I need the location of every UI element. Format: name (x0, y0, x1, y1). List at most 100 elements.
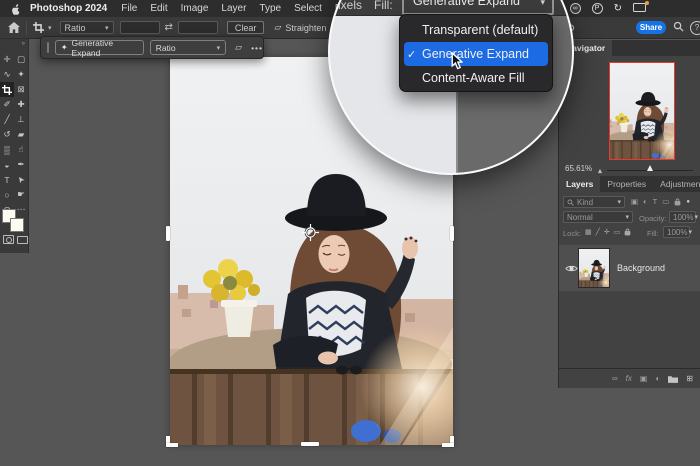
taskbar-straighten-icon[interactable]: ▱ (235, 42, 242, 53)
width-input[interactable] (120, 21, 160, 34)
blend-mode-select[interactable]: Normal▾ (563, 211, 633, 223)
healing-brush-tool-icon[interactable]: ✚ (14, 97, 28, 112)
brush-tool-icon[interactable]: ╱ (0, 112, 14, 127)
lock-artboard-icon[interactable]: ▭ (614, 228, 621, 236)
menu-option-generative-expand[interactable]: ✓Generative Expand (404, 42, 548, 66)
sync-icon[interactable]: ↻ (614, 3, 622, 14)
crop-tool-icon[interactable] (0, 82, 14, 97)
filter-shape-icon[interactable]: ▭ (662, 197, 669, 206)
clone-stamp-tool-icon[interactable]: ⊥ (14, 112, 28, 127)
crop-handle-bottom-left-h[interactable] (166, 443, 178, 447)
lock-transparency-icon[interactable]: ▦ (585, 228, 592, 236)
crop-handle-right[interactable] (450, 226, 454, 241)
crop-tool-icon[interactable] (33, 22, 44, 33)
navigator-proxy-view[interactable] (609, 62, 675, 160)
fill-value[interactable]: 100%▾ (663, 226, 690, 238)
menu-option-content-aware-fill[interactable]: Content-Aware Fill (400, 66, 552, 90)
background-color-swatch[interactable] (10, 218, 24, 232)
sparkle-icon: ✦ (61, 43, 68, 52)
more-tool-icon[interactable]: ⋯ (14, 202, 28, 217)
filter-type-icon[interactable]: T (653, 197, 658, 206)
ratio-select[interactable]: Ratio▾ (60, 21, 114, 34)
fill-dropdown[interactable]: Generative Expand ▾ (402, 0, 554, 15)
crop-handle-left[interactable] (166, 226, 170, 241)
navigator-zoom-thumb[interactable] (647, 165, 653, 171)
layer-name[interactable]: Background (617, 263, 665, 273)
lasso-tool-icon[interactable]: ∿ (0, 67, 14, 82)
crop-pivot-icon[interactable] (302, 224, 319, 241)
hand-tool-icon[interactable]: ☛ (14, 187, 28, 202)
shape-tool-icon[interactable]: ○ (0, 187, 14, 202)
crop-preset-chevron[interactable]: ▾ (48, 24, 52, 32)
lock-pixels-icon[interactable]: ╱ (596, 228, 600, 236)
share-button[interactable]: Share (636, 21, 666, 34)
display-icon[interactable] (633, 3, 646, 15)
layer-thumbnail[interactable] (579, 249, 609, 287)
link-layers-icon[interactable]: ∞ (612, 374, 618, 383)
history-brush-tool-icon[interactable]: ↺ (0, 127, 14, 142)
filter-toggle-icon[interactable]: ● (686, 199, 690, 205)
layer-row-background[interactable]: Background (559, 245, 700, 291)
panel-dock: Navigator 65.61% Layers Properties Adjus… (558, 40, 700, 388)
collapse-panel-icon[interactable]: » (22, 41, 25, 47)
checkmark-icon: ✓ (407, 48, 416, 61)
generative-expand-button[interactable]: ✦ Generative Expand (55, 40, 144, 55)
marquee-tool-icon[interactable]: ▢ (14, 52, 28, 67)
menu-item-type[interactable]: Type (259, 3, 281, 14)
taskbar-ratio-select[interactable]: Ratio▾ (150, 40, 226, 55)
layer-filter-select[interactable]: Kind ▾ (563, 196, 625, 208)
menu-item-image[interactable]: Image (181, 3, 209, 14)
taskbar-drag-handle[interactable] (47, 42, 49, 53)
new-group-folder-icon[interactable] (668, 375, 678, 383)
fill-dropdown-chevron: ▾ (540, 0, 545, 8)
magic-wand-tool-icon[interactable]: ✦ (14, 67, 28, 82)
opacity-label: Opacity: (639, 214, 667, 223)
move-tool-icon[interactable]: ✛ (0, 52, 14, 67)
add-mask-icon[interactable]: ▣ (640, 374, 648, 383)
new-adjustment-icon[interactable]: ◐ (655, 374, 660, 383)
filter-smart-icon[interactable] (674, 198, 681, 206)
menu-item-select[interactable]: Select (294, 3, 322, 14)
swap-dimensions-icon[interactable]: ⇄ (165, 22, 173, 33)
apple-icon[interactable] (10, 3, 21, 15)
smudge-tool-icon[interactable]: ☝ (14, 142, 28, 157)
menu-item-file[interactable]: File (121, 3, 137, 14)
new-layer-icon[interactable]: ⊞ (686, 374, 693, 383)
frame-tool-icon[interactable]: ⊠ (14, 82, 28, 97)
lock-position-icon[interactable]: ✛ (604, 228, 610, 236)
filter-adjustment-icon[interactable]: ◐ (643, 197, 648, 206)
screen-mode-icon[interactable] (17, 236, 28, 244)
app-menu[interactable]: Photoshop 2024 (30, 3, 107, 14)
gradient-tool-icon[interactable]: ▒ (0, 142, 14, 157)
filter-pixel-icon[interactable]: ▣ (631, 197, 638, 206)
dodge-tool-icon[interactable]: ◒ (0, 157, 14, 172)
tab-adjustments[interactable]: Adjustments (653, 176, 700, 192)
help-icon[interactable]: ? (690, 21, 700, 35)
straighten-icon[interactable]: ▱ (274, 22, 281, 33)
layer-visibility-eye-icon[interactable] (565, 264, 578, 273)
eyedropper-tool-icon[interactable]: ✐ (0, 97, 14, 112)
tab-layers[interactable]: Layers (559, 176, 600, 192)
home-icon[interactable] (8, 22, 20, 33)
assistant-icon[interactable]: P (592, 3, 603, 14)
menu-item-edit[interactable]: Edit (150, 3, 167, 14)
layer-style-fx-icon[interactable]: fx (626, 374, 632, 383)
crop-handle-bottom[interactable] (301, 442, 319, 446)
straighten-label[interactable]: Straighten (285, 23, 326, 33)
menu-option-transparent-default-[interactable]: Transparent (default) (400, 18, 552, 42)
search-icon[interactable] (673, 21, 684, 34)
lock-all-icon[interactable] (624, 228, 631, 236)
taskbar-more-icon[interactable]: ••• (251, 43, 263, 53)
height-input[interactable] (178, 21, 218, 34)
clear-button[interactable]: Clear (227, 21, 265, 34)
loupe-fill-label: Fill: (374, 0, 393, 12)
tab-properties[interactable]: Properties (600, 176, 653, 192)
crop-handle-bottom-right-h[interactable] (442, 443, 454, 447)
opacity-value[interactable]: 100%▾ (669, 211, 696, 223)
cursor-icon (451, 52, 463, 70)
menu-item-layer[interactable]: Layer (221, 3, 246, 14)
zoom-out-icon[interactable] (598, 169, 602, 173)
eraser-tool-icon[interactable]: ▰ (14, 127, 28, 142)
layers-tabstrip: Layers Properties Adjustments (559, 176, 700, 192)
quick-mask-icon[interactable] (3, 235, 14, 244)
